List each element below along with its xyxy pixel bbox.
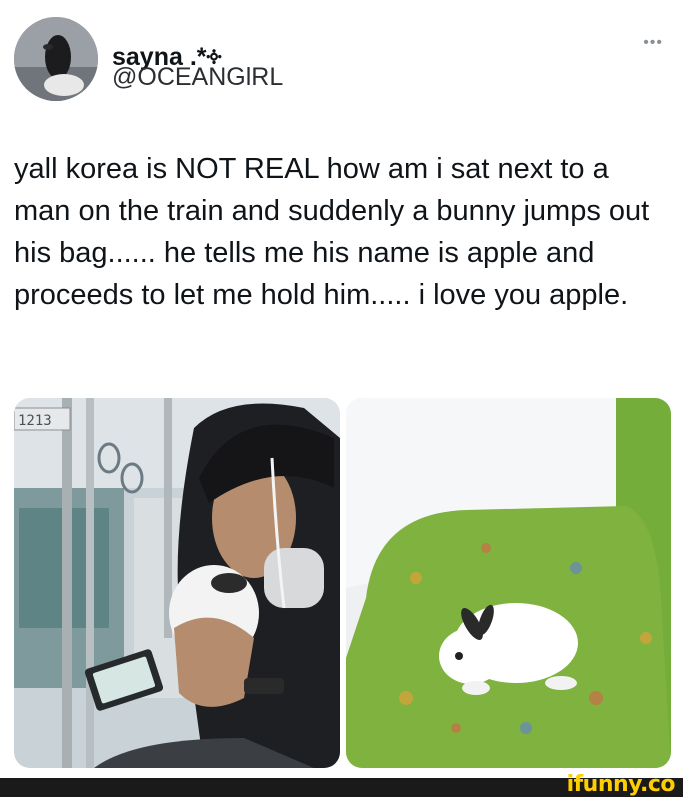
train-photo-image: 1213: [14, 398, 340, 768]
ifunny-watermark: ifunny.co: [566, 772, 676, 797]
avatar-image: [14, 17, 98, 101]
bunny-photo-image: [346, 398, 671, 768]
photo-bunny-on-seat[interactable]: [346, 398, 671, 768]
avatar[interactable]: [14, 17, 98, 101]
user-handle[interactable]: @OCEANGlRL: [112, 63, 283, 92]
more-options-icon[interactable]: •••: [643, 34, 663, 52]
tweet-text: yall korea is NOT REAL how am i sat next…: [14, 153, 650, 311]
photo-man-with-bunny[interactable]: 1213: [14, 398, 340, 768]
car-number-label: 1213: [18, 413, 52, 429]
